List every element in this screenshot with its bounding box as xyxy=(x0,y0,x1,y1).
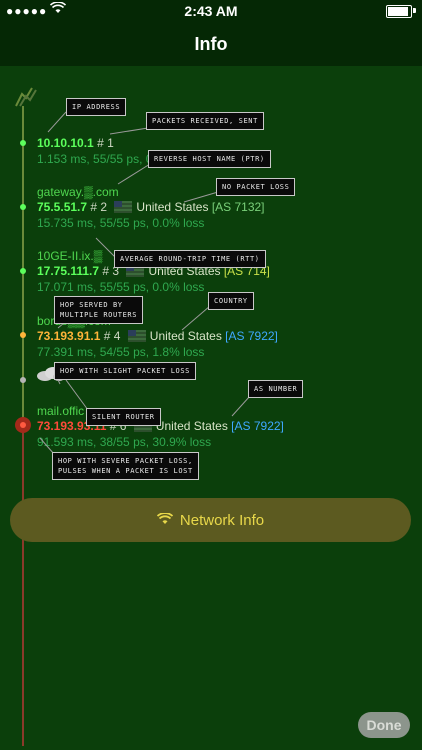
clock: 2:43 AM xyxy=(184,3,238,19)
callout-no-loss: NO PACKET LOSS xyxy=(216,178,296,196)
battery-icon xyxy=(386,5,412,18)
callout-severe-loss: HOP WITH SEVERE PACKET LOSS, PULSES WHEN… xyxy=(52,452,199,480)
network-info-label: Network Info xyxy=(179,511,265,529)
callout-multiple-routers: HOP SERVED BY MULTIPLE ROUTERS xyxy=(54,296,144,324)
callout-country: COUNTRY xyxy=(208,292,254,310)
callout-silent-router: SILENT ROUTER xyxy=(86,408,161,426)
callout-line-1: HOP WITH SEVERE PACKET LOSS, xyxy=(58,457,193,465)
trace-content: 10.10.10.1 # 1 1.153 ms, 55/55 ps, 0.0% … xyxy=(0,66,422,750)
callout-line-2: MULTIPLE ROUTERS xyxy=(60,311,138,319)
status-bar: ●●●●● 2:43 AM xyxy=(0,0,422,22)
callout-slight-loss: HOP WITH SLIGHT PACKET LOSS xyxy=(54,362,196,380)
page-title: Info xyxy=(194,34,228,54)
callout-as-number: AS NUMBER xyxy=(248,380,304,398)
callout-leaders xyxy=(39,111,251,455)
callout-line-1: HOP SERVED BY xyxy=(60,301,123,309)
navigation-bar: Info xyxy=(0,22,422,66)
callout-reverse-host: REVERSE HOST NAME (PTR) xyxy=(148,150,271,168)
callout-ip-address: IP ADDRESS xyxy=(66,98,127,116)
wifi-icon xyxy=(156,511,174,529)
network-info-button[interactable]: Network Info xyxy=(10,498,411,542)
callout-packets: PACKETS RECEIVED, SENT xyxy=(146,112,264,130)
callout-rtt: AVERAGE ROUND-TRIP TIME (RTT) xyxy=(114,250,266,268)
done-button[interactable]: Done xyxy=(358,712,410,738)
callout-line-2: PULSES WHEN A PACKET IS LOST xyxy=(58,467,193,475)
battery-tip xyxy=(413,8,416,13)
